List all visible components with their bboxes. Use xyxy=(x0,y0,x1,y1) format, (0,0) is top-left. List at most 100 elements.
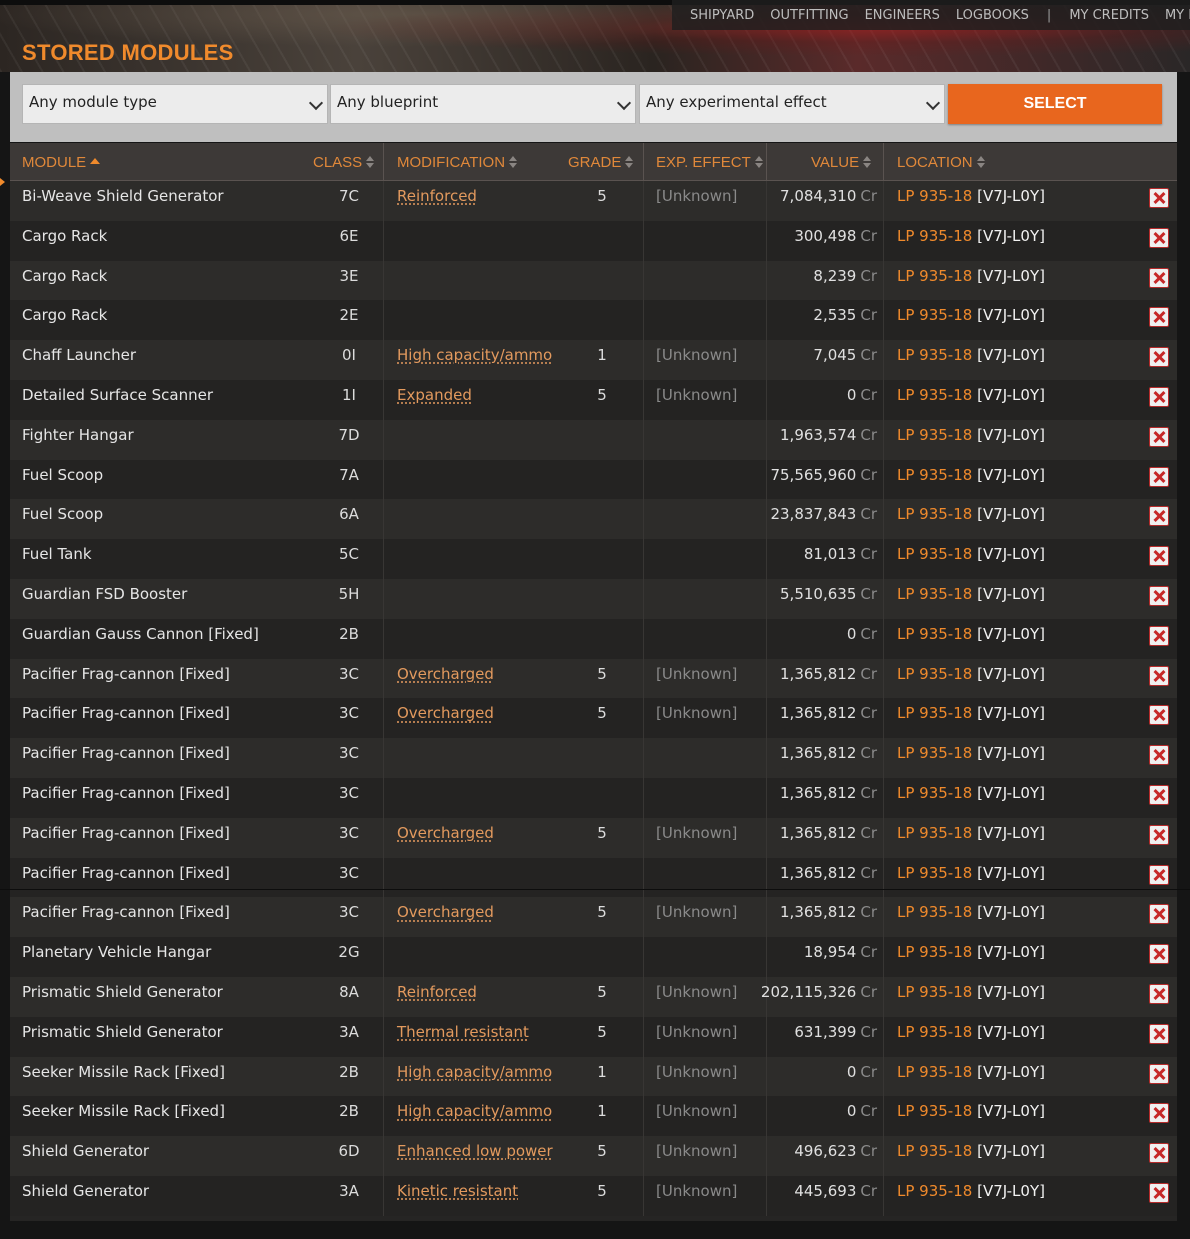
system-link[interactable]: LP 935-18 xyxy=(897,267,972,285)
modification-link[interactable]: Reinforced xyxy=(397,181,477,211)
delete-icon[interactable] xyxy=(1149,944,1169,965)
system-link[interactable]: LP 935-18 xyxy=(897,625,972,643)
delete-icon[interactable] xyxy=(1149,386,1169,407)
delete-icon[interactable] xyxy=(1149,1063,1169,1084)
delete-icon[interactable] xyxy=(1149,665,1169,686)
system-link[interactable]: LP 935-18 xyxy=(897,903,972,921)
location: LP 935-18 [V7J-L0Y] xyxy=(897,579,1045,609)
modification-link[interactable]: High capacity/ammo xyxy=(397,1096,552,1126)
column-divider xyxy=(643,459,644,500)
delete-icon[interactable] xyxy=(1149,506,1169,527)
system-link[interactable]: LP 935-18 xyxy=(897,1063,972,1081)
page-title: STORED MODULES xyxy=(22,40,234,65)
module-value: 7,084,310 Cr xyxy=(750,181,877,211)
delete-icon[interactable] xyxy=(1149,784,1169,805)
nav-my-ra[interactable]: MY RA xyxy=(1165,8,1190,23)
station-name: [V7J-L0Y] xyxy=(977,704,1045,723)
system-link[interactable]: LP 935-18 xyxy=(897,545,972,563)
column-divider xyxy=(383,143,384,181)
modification-link[interactable]: Overcharged xyxy=(397,659,494,689)
system-link[interactable]: LP 935-18 xyxy=(897,346,972,364)
module-name: Cargo Rack xyxy=(22,266,108,285)
col-module[interactable]: MODULE xyxy=(22,154,101,171)
currency-label: Cr xyxy=(860,266,877,285)
experimental-select[interactable]: Any experimental effect xyxy=(639,84,945,124)
delete-icon[interactable] xyxy=(1149,307,1169,328)
delete-icon[interactable] xyxy=(1149,227,1169,248)
system-link[interactable]: LP 935-18 xyxy=(897,1182,972,1200)
system-link[interactable]: LP 935-18 xyxy=(897,1023,972,1041)
delete-icon[interactable] xyxy=(1149,267,1169,288)
system-link[interactable]: LP 935-18 xyxy=(897,704,972,722)
delete-icon[interactable] xyxy=(1149,864,1169,885)
nav-shipyard[interactable]: SHIPYARD xyxy=(690,8,754,23)
select-button[interactable]: SELECT xyxy=(948,84,1162,124)
nav-my-credits[interactable]: MY CREDITS xyxy=(1069,8,1149,23)
col-modification[interactable]: MODIFICATION xyxy=(397,154,518,171)
location: LP 935-18 [V7J-L0Y] xyxy=(897,499,1045,529)
modification-link[interactable]: High capacity/ammo xyxy=(397,340,552,370)
system-link[interactable]: LP 935-18 xyxy=(897,466,972,484)
nav-outfitting[interactable]: OUTFITTING xyxy=(770,8,848,23)
delete-icon[interactable] xyxy=(1149,546,1169,567)
col-value[interactable]: VALUE xyxy=(811,154,872,171)
station-name: [V7J-L0Y] xyxy=(977,465,1045,484)
modification-link[interactable]: Overcharged xyxy=(397,698,494,728)
delete-icon[interactable] xyxy=(1149,1023,1169,1044)
module-type-select[interactable]: Any module type xyxy=(22,84,328,124)
system-link[interactable]: LP 935-18 xyxy=(897,824,972,842)
col-location[interactable]: LOCATION xyxy=(897,154,985,171)
currency-label: Cr xyxy=(860,584,877,603)
nav-logbooks[interactable]: LOGBOOKS xyxy=(956,8,1029,23)
delete-icon[interactable] xyxy=(1149,1103,1169,1124)
system-link[interactable]: LP 935-18 xyxy=(897,187,972,205)
system-link[interactable]: LP 935-18 xyxy=(897,386,972,404)
delete-icon[interactable] xyxy=(1149,347,1169,368)
system-link[interactable]: LP 935-18 xyxy=(897,505,972,523)
delete-icon[interactable] xyxy=(1149,466,1169,487)
exp-effect: [Unknown] xyxy=(656,982,738,1001)
delete-icon[interactable] xyxy=(1149,1143,1169,1164)
modification-link[interactable]: Expanded xyxy=(397,380,472,410)
value-amount: 1,365,812 xyxy=(780,823,857,842)
system-link[interactable]: LP 935-18 xyxy=(897,864,972,882)
delete-icon[interactable] xyxy=(1149,426,1169,447)
system-link[interactable]: LP 935-18 xyxy=(897,426,972,444)
module-name: Guardian Gauss Cannon [Fixed] xyxy=(22,624,259,643)
column-divider xyxy=(643,143,644,181)
system-link[interactable]: LP 935-18 xyxy=(897,585,972,603)
modification-link[interactable]: Kinetic resistant xyxy=(397,1176,518,1206)
blueprint-select[interactable]: Any blueprint xyxy=(330,84,636,124)
system-link[interactable]: LP 935-18 xyxy=(897,306,972,324)
modification-link[interactable]: Overcharged xyxy=(397,818,494,848)
column-divider xyxy=(883,1175,884,1216)
modification-link[interactable]: Overcharged xyxy=(397,897,494,927)
col-grade[interactable]: GRADE xyxy=(568,154,634,171)
delete-icon[interactable] xyxy=(1149,983,1169,1004)
delete-icon[interactable] xyxy=(1149,745,1169,766)
delete-icon[interactable] xyxy=(1149,1182,1169,1203)
col-exp-effect[interactable]: EXP. EFFECT xyxy=(656,154,763,171)
delete-icon[interactable] xyxy=(1149,188,1169,208)
system-link[interactable]: LP 935-18 xyxy=(897,1142,972,1160)
system-link[interactable]: LP 935-18 xyxy=(897,1102,972,1120)
modification-link[interactable]: Reinforced xyxy=(397,977,477,1007)
module-name: Pacifier Frag-cannon [Fixed] xyxy=(22,783,230,802)
col-class[interactable]: CLASS xyxy=(313,154,375,171)
nav-engineers[interactable]: ENGINEERS xyxy=(865,8,940,23)
modification-link[interactable]: Enhanced low power xyxy=(397,1136,553,1166)
system-link[interactable]: LP 935-18 xyxy=(897,983,972,1001)
delete-icon[interactable] xyxy=(1149,705,1169,726)
modification-link[interactable]: High capacity/ammo xyxy=(397,1057,552,1087)
delete-icon[interactable] xyxy=(1149,904,1169,925)
system-link[interactable]: LP 935-18 xyxy=(897,227,972,245)
system-link[interactable]: LP 935-18 xyxy=(897,665,972,683)
system-link[interactable]: LP 935-18 xyxy=(897,784,972,802)
delete-icon[interactable] xyxy=(1149,625,1169,646)
delete-icon[interactable] xyxy=(1149,585,1169,606)
system-link[interactable]: LP 935-18 xyxy=(897,744,972,762)
delete-icon[interactable] xyxy=(1149,824,1169,845)
column-divider xyxy=(883,379,884,420)
modification-link[interactable]: Thermal resistant xyxy=(397,1017,529,1047)
system-link[interactable]: LP 935-18 xyxy=(897,943,972,961)
